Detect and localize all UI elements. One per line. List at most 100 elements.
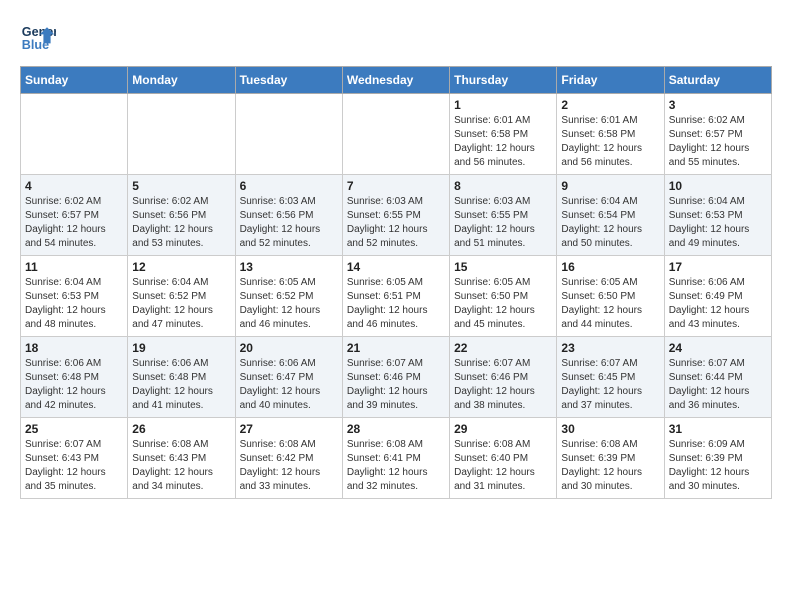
calendar-cell: 26 Sunrise: 6:08 AM Sunset: 6:43 PM Dayli… [128,418,235,499]
day-info: Sunrise: 6:06 AM Sunset: 6:48 PM Dayligh… [132,357,230,413]
day-info: Sunrise: 6:05 AM Sunset: 6:50 PM Dayligh… [561,276,659,332]
calendar-cell: 10 Sunrise: 6:04 AM Sunset: 6:53 PM Dayli… [664,175,771,256]
day-info: Sunrise: 6:07 AM Sunset: 6:46 PM Dayligh… [454,357,552,413]
day-number: 26 [132,422,230,436]
calendar-weekday-header: Monday [128,67,235,94]
calendar-cell [235,94,342,175]
day-number: 7 [347,179,445,193]
day-number: 3 [669,98,767,112]
day-number: 8 [454,179,552,193]
day-info: Sunrise: 6:04 AM Sunset: 6:54 PM Dayligh… [561,195,659,251]
calendar-week-row: 1 Sunrise: 6:01 AM Sunset: 6:58 PM Daylig… [21,94,772,175]
calendar-cell: 1 Sunrise: 6:01 AM Sunset: 6:58 PM Daylig… [450,94,557,175]
day-number: 28 [347,422,445,436]
day-info: Sunrise: 6:06 AM Sunset: 6:48 PM Dayligh… [25,357,123,413]
day-info: Sunrise: 6:07 AM Sunset: 6:45 PM Dayligh… [561,357,659,413]
day-number: 24 [669,341,767,355]
calendar-cell: 17Sunrise: 6:06 AM Sunset: 6:49 PM Dayli… [664,256,771,337]
day-number: 27 [240,422,338,436]
calendar-cell: 24 Sunrise: 6:07 AM Sunset: 6:44 PM Dayli… [664,337,771,418]
calendar-cell [21,94,128,175]
calendar-cell: 29Sunrise: 6:08 AM Sunset: 6:40 PM Dayli… [450,418,557,499]
day-number: 23 [561,341,659,355]
day-number: 13 [240,260,338,274]
calendar-weekday-header: Thursday [450,67,557,94]
day-info: Sunrise: 6:06 AM Sunset: 6:47 PM Dayligh… [240,357,338,413]
calendar-cell: 13 Sunrise: 6:05 AM Sunset: 6:52 PM Dayli… [235,256,342,337]
calendar-cell: 23 Sunrise: 6:07 AM Sunset: 6:45 PM Dayli… [557,337,664,418]
day-number: 20 [240,341,338,355]
calendar-header-row: SundayMondayTuesdayWednesdayThursdayFrid… [21,67,772,94]
day-info: Sunrise: 6:03 AM Sunset: 6:55 PM Dayligh… [347,195,445,251]
day-number: 2 [561,98,659,112]
calendar-cell: 11 Sunrise: 6:04 AM Sunset: 6:53 PM Dayli… [21,256,128,337]
calendar-cell: 16 Sunrise: 6:05 AM Sunset: 6:50 PM Dayli… [557,256,664,337]
day-info: Sunrise: 6:07 AM Sunset: 6:44 PM Dayligh… [669,357,767,413]
day-info: Sunrise: 6:09 AM Sunset: 6:39 PM Dayligh… [669,438,767,494]
calendar-cell: 2 Sunrise: 6:01 AM Sunset: 6:58 PM Daylig… [557,94,664,175]
day-info: Sunrise: 6:02 AM Sunset: 6:56 PM Dayligh… [132,195,230,251]
calendar-cell: 21 Sunrise: 6:07 AM Sunset: 6:46 PM Dayli… [342,337,449,418]
calendar-cell: 25 Sunrise: 6:07 AM Sunset: 6:43 PM Dayli… [21,418,128,499]
day-number: 9 [561,179,659,193]
day-info: Sunrise: 6:08 AM Sunset: 6:39 PM Dayligh… [561,438,659,494]
calendar-cell: 6 Sunrise: 6:03 AM Sunset: 6:56 PM Daylig… [235,175,342,256]
calendar-week-row: 25 Sunrise: 6:07 AM Sunset: 6:43 PM Dayli… [21,418,772,499]
calendar-cell: 14Sunrise: 6:05 AM Sunset: 6:51 PM Dayli… [342,256,449,337]
day-info: Sunrise: 6:05 AM Sunset: 6:52 PM Dayligh… [240,276,338,332]
day-info: Sunrise: 6:08 AM Sunset: 6:40 PM Dayligh… [454,438,552,494]
day-info: Sunrise: 6:05 AM Sunset: 6:51 PM Dayligh… [347,276,445,332]
calendar-cell: 8Sunrise: 6:03 AM Sunset: 6:55 PM Daylig… [450,175,557,256]
day-number: 19 [132,341,230,355]
day-number: 10 [669,179,767,193]
calendar-cell: 20 Sunrise: 6:06 AM Sunset: 6:47 PM Dayli… [235,337,342,418]
calendar-week-row: 4Sunrise: 6:02 AM Sunset: 6:57 PM Daylig… [21,175,772,256]
day-info: Sunrise: 6:05 AM Sunset: 6:50 PM Dayligh… [454,276,552,332]
day-info: Sunrise: 6:01 AM Sunset: 6:58 PM Dayligh… [454,114,552,170]
day-number: 31 [669,422,767,436]
calendar-cell: 31 Sunrise: 6:09 AM Sunset: 6:39 PM Dayli… [664,418,771,499]
calendar-weekday-header: Tuesday [235,67,342,94]
calendar-cell: 4Sunrise: 6:02 AM Sunset: 6:57 PM Daylig… [21,175,128,256]
day-number: 18 [25,341,123,355]
day-number: 16 [561,260,659,274]
day-number: 30 [561,422,659,436]
day-number: 1 [454,98,552,112]
day-info: Sunrise: 6:06 AM Sunset: 6:49 PM Dayligh… [669,276,767,332]
calendar-cell: 27 Sunrise: 6:08 AM Sunset: 6:42 PM Dayli… [235,418,342,499]
day-info: Sunrise: 6:07 AM Sunset: 6:43 PM Dayligh… [25,438,123,494]
calendar-cell: 9 Sunrise: 6:04 AM Sunset: 6:54 PM Daylig… [557,175,664,256]
day-number: 5 [132,179,230,193]
logo-icon: General Blue [20,20,56,56]
day-info: Sunrise: 6:04 AM Sunset: 6:53 PM Dayligh… [25,276,123,332]
calendar-cell [342,94,449,175]
day-number: 12 [132,260,230,274]
day-info: Sunrise: 6:08 AM Sunset: 6:42 PM Dayligh… [240,438,338,494]
day-number: 25 [25,422,123,436]
calendar-weekday-header: Saturday [664,67,771,94]
day-info: Sunrise: 6:01 AM Sunset: 6:58 PM Dayligh… [561,114,659,170]
calendar-cell: 28 Sunrise: 6:08 AM Sunset: 6:41 PM Dayli… [342,418,449,499]
calendar-cell: 18 Sunrise: 6:06 AM Sunset: 6:48 PM Dayli… [21,337,128,418]
calendar-week-row: 18 Sunrise: 6:06 AM Sunset: 6:48 PM Dayli… [21,337,772,418]
day-info: Sunrise: 6:08 AM Sunset: 6:43 PM Dayligh… [132,438,230,494]
day-number: 21 [347,341,445,355]
calendar-cell: 5 Sunrise: 6:02 AM Sunset: 6:56 PM Daylig… [128,175,235,256]
day-number: 6 [240,179,338,193]
calendar-cell [128,94,235,175]
calendar-table: SundayMondayTuesdayWednesdayThursdayFrid… [20,66,772,499]
day-info: Sunrise: 6:04 AM Sunset: 6:53 PM Dayligh… [669,195,767,251]
calendar-cell: 7 Sunrise: 6:03 AM Sunset: 6:55 PM Daylig… [342,175,449,256]
day-info: Sunrise: 6:03 AM Sunset: 6:56 PM Dayligh… [240,195,338,251]
calendar-cell: 3 Sunrise: 6:02 AM Sunset: 6:57 PM Daylig… [664,94,771,175]
day-info: Sunrise: 6:07 AM Sunset: 6:46 PM Dayligh… [347,357,445,413]
day-info: Sunrise: 6:08 AM Sunset: 6:41 PM Dayligh… [347,438,445,494]
calendar-cell: 30 Sunrise: 6:08 AM Sunset: 6:39 PM Dayli… [557,418,664,499]
day-info: Sunrise: 6:04 AM Sunset: 6:52 PM Dayligh… [132,276,230,332]
day-number: 11 [25,260,123,274]
calendar-weekday-header: Friday [557,67,664,94]
calendar-weekday-header: Wednesday [342,67,449,94]
day-info: Sunrise: 6:02 AM Sunset: 6:57 PM Dayligh… [25,195,123,251]
day-info: Sunrise: 6:02 AM Sunset: 6:57 PM Dayligh… [669,114,767,170]
day-number: 15 [454,260,552,274]
